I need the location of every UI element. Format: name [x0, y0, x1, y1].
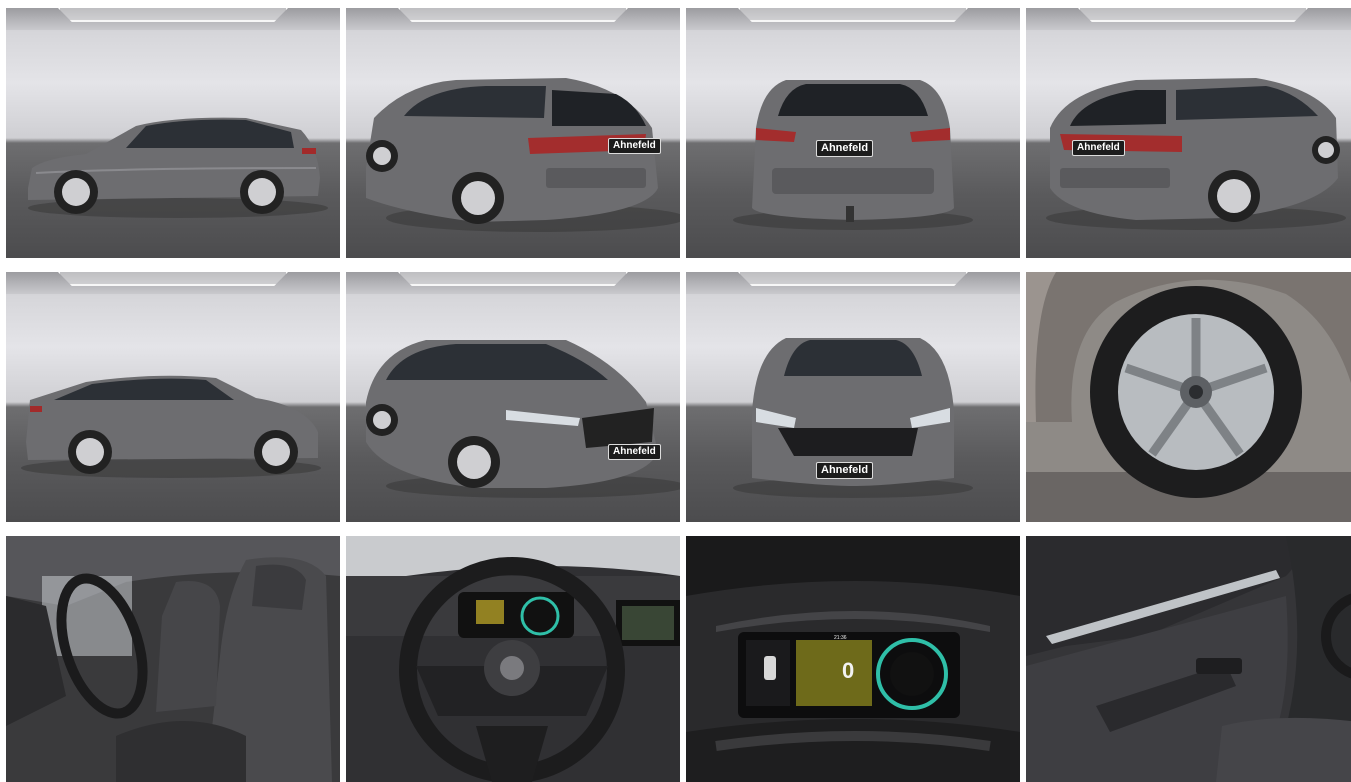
gallery-photo-wheel[interactable]	[1026, 272, 1351, 522]
car-side-right-image	[21, 375, 321, 478]
gallery-photo-door-panel[interactable]	[1026, 536, 1351, 782]
car-side-left-image	[28, 117, 328, 218]
gallery-photo-side-left[interactable]	[6, 8, 340, 258]
clock-readout: 21:36	[834, 635, 847, 641]
studio-light	[58, 8, 288, 22]
steering-wheel-image	[346, 536, 680, 782]
gallery-photo-instrument-cluster[interactable]: 0 21:36	[686, 536, 1020, 782]
car-rear-left-image	[366, 78, 680, 232]
gallery-photo-side-right[interactable]	[6, 272, 340, 522]
dealer-license-plate: Ahnefeld	[1072, 140, 1125, 156]
dealer-license-plate: Ahnefeld	[816, 462, 874, 479]
speed-readout: 0	[842, 658, 855, 683]
car-rear-image	[733, 80, 973, 230]
studio-light	[1078, 8, 1308, 22]
car-rear-right-image	[1046, 78, 1346, 230]
studio-light	[398, 8, 628, 22]
dealer-license-plate: Ahnefeld	[608, 444, 661, 460]
gallery-photo-rear-left[interactable]: Ahnefeld	[346, 8, 680, 258]
studio-light	[738, 8, 968, 22]
car-front-image	[733, 338, 973, 498]
car-front-left-image	[366, 340, 680, 498]
interior-seats-image	[6, 536, 340, 782]
gallery-photo-interior-seats[interactable]	[6, 536, 340, 782]
wheel-detail-image	[1026, 272, 1351, 522]
dealer-license-plate: Ahnefeld	[816, 140, 874, 157]
dealer-license-plate: Ahnefeld	[608, 138, 661, 154]
gallery-photo-rear[interactable]: Ahnefeld	[686, 8, 1020, 258]
studio-light	[398, 272, 628, 286]
studio-light	[738, 272, 968, 286]
photo-gallery: Ahnefeld Ahnefeld Ahnefeld Ahnefeld Ahne…	[6, 8, 1351, 782]
gallery-photo-front[interactable]: Ahnefeld	[686, 272, 1020, 522]
gallery-photo-steering-wheel[interactable]	[346, 536, 680, 782]
studio-light	[58, 272, 288, 286]
gallery-photo-front-left[interactable]: Ahnefeld	[346, 272, 680, 522]
gallery-photo-rear-right[interactable]: Ahnefeld	[1026, 8, 1351, 258]
door-panel-image	[1026, 536, 1351, 782]
